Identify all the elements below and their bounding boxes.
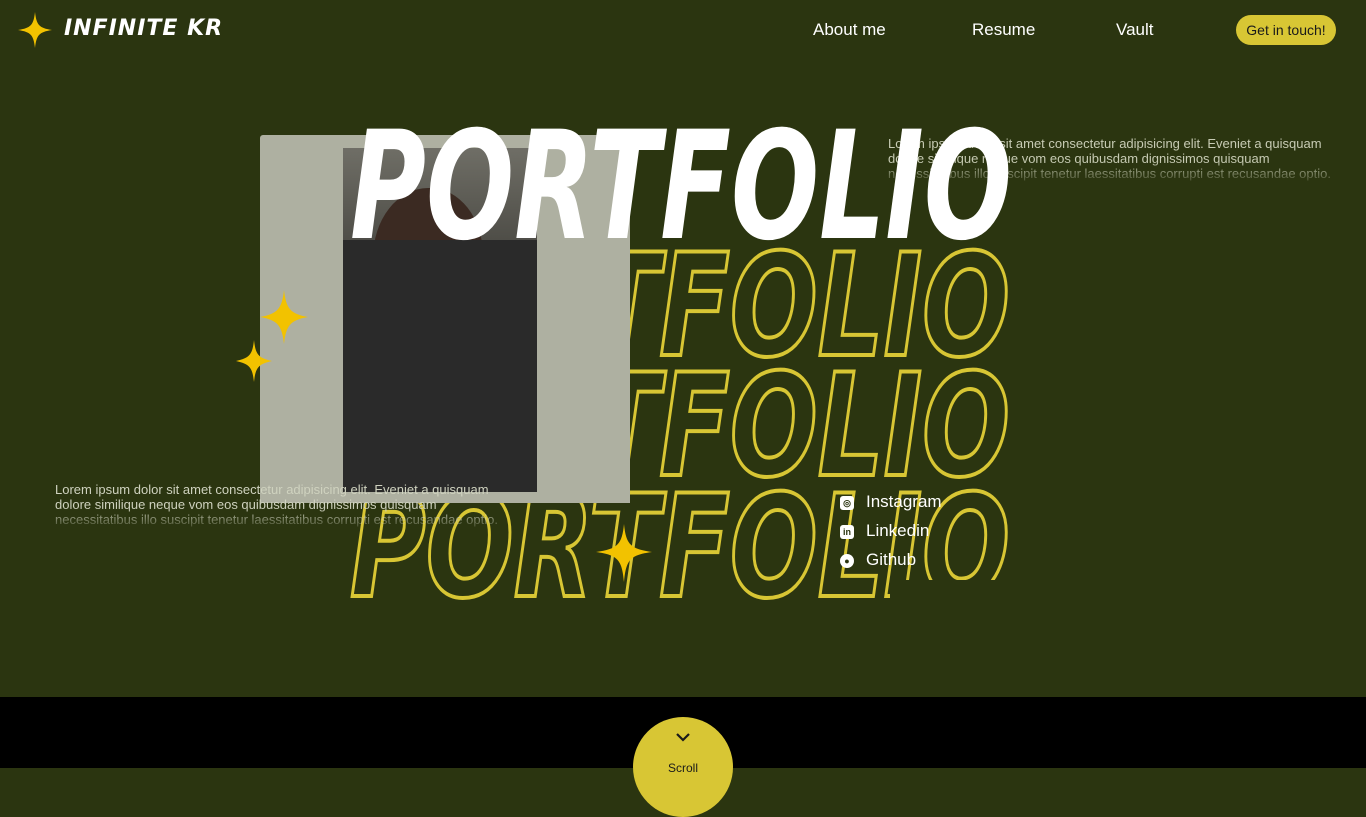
instagram-icon: ◎: [840, 496, 854, 510]
hero-title-graphic: PORTFOLIO PORTFOLIO PORTFOLIO PORTFOLIO: [236, 100, 1040, 632]
github-icon: ●: [840, 554, 854, 568]
scroll-label: Scroll: [667, 761, 698, 775]
intro-paragraph-left: Lorem ipsum dolor sit amet consectetur a…: [55, 482, 498, 527]
scroll-down-button[interactable]: Scroll: [633, 717, 733, 817]
linkedin-icon: in: [840, 525, 854, 539]
hero-title: PORTFOLIO: [350, 100, 1012, 274]
chevron-down-icon: [676, 733, 690, 742]
